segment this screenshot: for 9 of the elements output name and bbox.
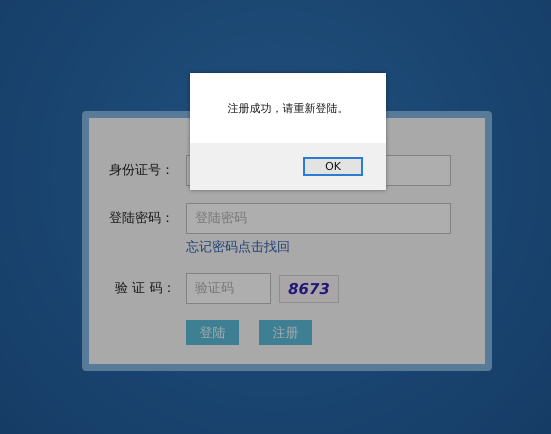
dialog-message: 注册成功，请重新登陆。 bbox=[228, 100, 348, 116]
input-field[interactable]: 登陆密码 bbox=[186, 203, 451, 234]
captcha-image[interactable]: 8673 bbox=[279, 274, 339, 302]
field-label: 验 证 码： bbox=[114, 280, 176, 297]
input-field[interactable]: 验证码 bbox=[186, 273, 271, 304]
field-label: 登陆密码： bbox=[108, 210, 175, 227]
field-label: 身份证号： bbox=[108, 162, 175, 179]
ok-button[interactable]: OK bbox=[303, 157, 363, 176]
forgot-password-link[interactable]: 忘记密码点击找回 bbox=[186, 238, 451, 256]
